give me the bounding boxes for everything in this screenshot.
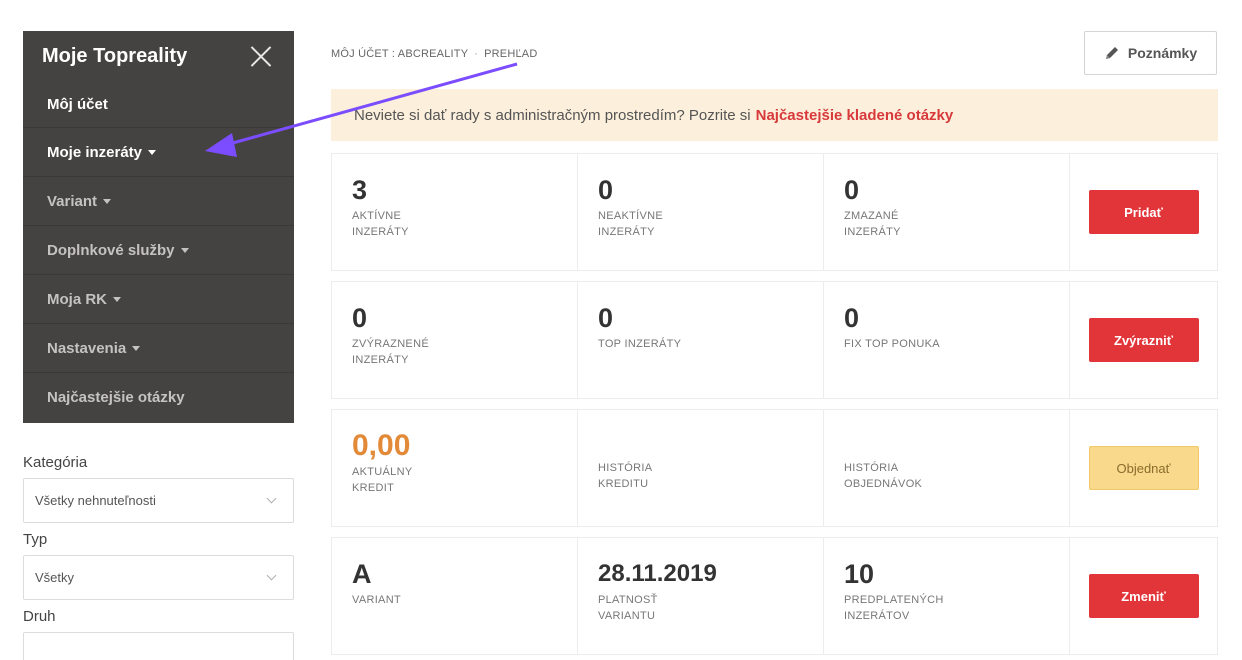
stat-cell[interactable]: 0 TOP INZERÁTY (578, 282, 824, 398)
breadcrumb: MÔJ ÚČET : ABCREALITY · PREHĽAD (331, 48, 538, 60)
stat-label: VARIANTU (598, 610, 656, 622)
caret-down-icon (148, 149, 157, 155)
stat-value: 3 (352, 175, 368, 205)
stat-label: AKTÍVNE (352, 210, 402, 222)
stat-value: 10 (844, 559, 875, 589)
stat-cell[interactable]: 10 PREDPLATENÝCH INZERÁTOV (824, 538, 1070, 654)
help-alert: Neviete si dať rady s administračným pro… (331, 89, 1218, 141)
stat-value: 0 (598, 303, 614, 333)
stat-label: AKTUÁLNY (352, 466, 413, 478)
stat-label: PLATNOSŤ (598, 594, 658, 606)
stat-label: TOP INZERÁTY (598, 338, 682, 350)
stat-cell[interactable]: 3 AKTÍVNE INZERÁTY (332, 154, 578, 270)
caret-down-icon (113, 296, 121, 302)
sidebar-item-label: Moja RK (47, 290, 107, 308)
stat-label: ZVÝRAZNENÉ (352, 338, 429, 350)
type-label: Typ (23, 531, 48, 548)
stat-label: INZERÁTY (844, 226, 901, 238)
sidebar-item-my-agency[interactable]: Moja RK (23, 274, 294, 323)
breadcrumb-current: PREHĽAD (484, 48, 538, 60)
stat-cell[interactable]: 0 ZVÝRAZNENÉ INZERÁTY (332, 282, 578, 398)
stat-label: HISTÓRIA (844, 462, 899, 474)
variant-stats-row: A VARIANT 28.11.2019 PLATNOSŤ VARIANTU 1… (331, 537, 1218, 655)
sidebar-header: Moje Topreality (23, 31, 294, 81)
sidebar-item-label: Doplnkové služby (47, 241, 175, 259)
highlight-button[interactable]: Zvýrazniť (1088, 318, 1199, 362)
stat-label: FIX TOP PONUKA (844, 338, 940, 350)
stat-value: 0 (844, 303, 860, 333)
action-cell: Zvýrazniť (1070, 282, 1217, 398)
stat-value: 0 (844, 175, 860, 205)
stat-value: A (352, 559, 372, 589)
alert-text: Neviete si dať rady s administračným pro… (354, 106, 751, 124)
highlight-stats-row: 0 ZVÝRAZNENÉ INZERÁTY 0 TOP INZERÁTY 0 F… (331, 281, 1218, 399)
stat-label: VARIANT (352, 594, 401, 606)
action-cell: Pridať (1070, 154, 1217, 270)
notes-button-label: Poznámky (1127, 45, 1198, 61)
breadcrumb-account[interactable]: MÔJ ÚČET : ABCREALITY (331, 48, 468, 60)
credit-stats-row: 0,00 AKTUÁLNY KREDIT HISTÓRIA KREDITU HI… (331, 409, 1218, 527)
stat-label: HISTÓRIA (598, 462, 653, 474)
stat-label: ZMAZANÉ (844, 210, 899, 222)
caret-down-icon (132, 345, 141, 351)
order-button[interactable]: Objednať (1088, 446, 1199, 490)
stat-label: INZERÁTY (598, 226, 655, 238)
change-button[interactable]: Zmeniť (1088, 574, 1199, 618)
stat-cell[interactable]: 0 ZMAZANÉ INZERÁTY (824, 154, 1070, 270)
sidebar-title: Moje Topreality (42, 44, 188, 67)
orders-history-cell[interactable]: HISTÓRIA OBJEDNÁVOK (824, 410, 1070, 526)
sidebar-item-settings[interactable]: Nastavenia (23, 323, 294, 372)
chevron-down-icon (266, 493, 277, 504)
sidebar-item-variant[interactable]: Variant (23, 176, 294, 225)
close-icon[interactable] (250, 45, 272, 67)
category-value: Všetky nehnuteľnosti (35, 493, 156, 508)
stat-cell[interactable]: 28.11.2019 PLATNOSŤ VARIANTU (578, 538, 824, 654)
category-select[interactable]: Všetky nehnuteľnosti (23, 478, 294, 523)
sidebar-item-label: Moje inzeráty (47, 143, 143, 161)
caret-down-icon (180, 247, 189, 253)
action-cell: Objednať (1070, 410, 1217, 526)
chevron-down-icon (266, 570, 277, 581)
sidebar-item-faq[interactable]: Najčastejšie otázky (23, 372, 294, 421)
kind-select[interactable] (23, 632, 294, 660)
type-value: Všetky (35, 570, 75, 585)
filters-panel: Kategória Všetky nehnuteľnosti Typ Všetk… (23, 448, 294, 660)
sidebar-menu: Moje Topreality Môj účet Moje inzeráty V… (23, 31, 294, 423)
sidebar-item-additional-services[interactable]: Doplnkové služby (23, 225, 294, 274)
action-cell: Zmeniť (1070, 538, 1217, 654)
sidebar-item-my-account[interactable]: Môj účet (23, 81, 294, 127)
stat-label: PREDPLATENÝCH (844, 594, 944, 606)
faq-link[interactable]: Najčastejšie kladené otázky (756, 107, 954, 124)
type-select[interactable]: Všetky (23, 555, 294, 600)
stat-label: INZERÁTOV (844, 610, 910, 622)
stat-label: KREDIT (352, 482, 395, 494)
stat-cell[interactable]: 0 NEAKTÍVNE INZERÁTY (578, 154, 824, 270)
stat-value: 28.11.2019 (598, 560, 717, 587)
stat-label: INZERÁTY (352, 226, 409, 238)
stat-cell[interactable]: A VARIANT (332, 538, 578, 654)
sidebar-item-label: Najčastejšie otázky (47, 388, 185, 406)
pencil-icon (1105, 47, 1118, 59)
stat-label: KREDITU (598, 478, 649, 490)
notes-button[interactable]: Poznámky (1084, 31, 1217, 75)
stat-label: NEAKTÍVNE (598, 210, 664, 222)
add-button[interactable]: Pridať (1088, 190, 1199, 234)
caret-down-icon (103, 198, 112, 204)
sidebar-item-label: Nastavenia (47, 339, 127, 357)
stat-label: INZERÁTY (352, 354, 409, 366)
stat-label: OBJEDNÁVOK (844, 478, 923, 490)
sidebar-item-label: Variant (47, 192, 98, 210)
sidebar-item-label: Môj účet (47, 95, 108, 113)
credit-history-cell[interactable]: HISTÓRIA KREDITU (578, 410, 824, 526)
stat-cell[interactable]: 0 FIX TOP PONUKA (824, 282, 1070, 398)
breadcrumb-separator: · (474, 48, 479, 60)
kind-label: Druh (23, 608, 56, 625)
stat-value: 0 (352, 303, 368, 333)
stat-value: 0 (598, 175, 614, 205)
listings-stats-row: 3 AKTÍVNE INZERÁTY 0 NEAKTÍVNE INZERÁTY … (331, 153, 1218, 271)
category-label: Kategória (23, 454, 88, 471)
credit-value: 0,00 (352, 429, 411, 462)
stat-cell[interactable]: 0,00 AKTUÁLNY KREDIT (332, 410, 578, 526)
sidebar-item-my-listings[interactable]: Moje inzeráty (23, 127, 294, 176)
